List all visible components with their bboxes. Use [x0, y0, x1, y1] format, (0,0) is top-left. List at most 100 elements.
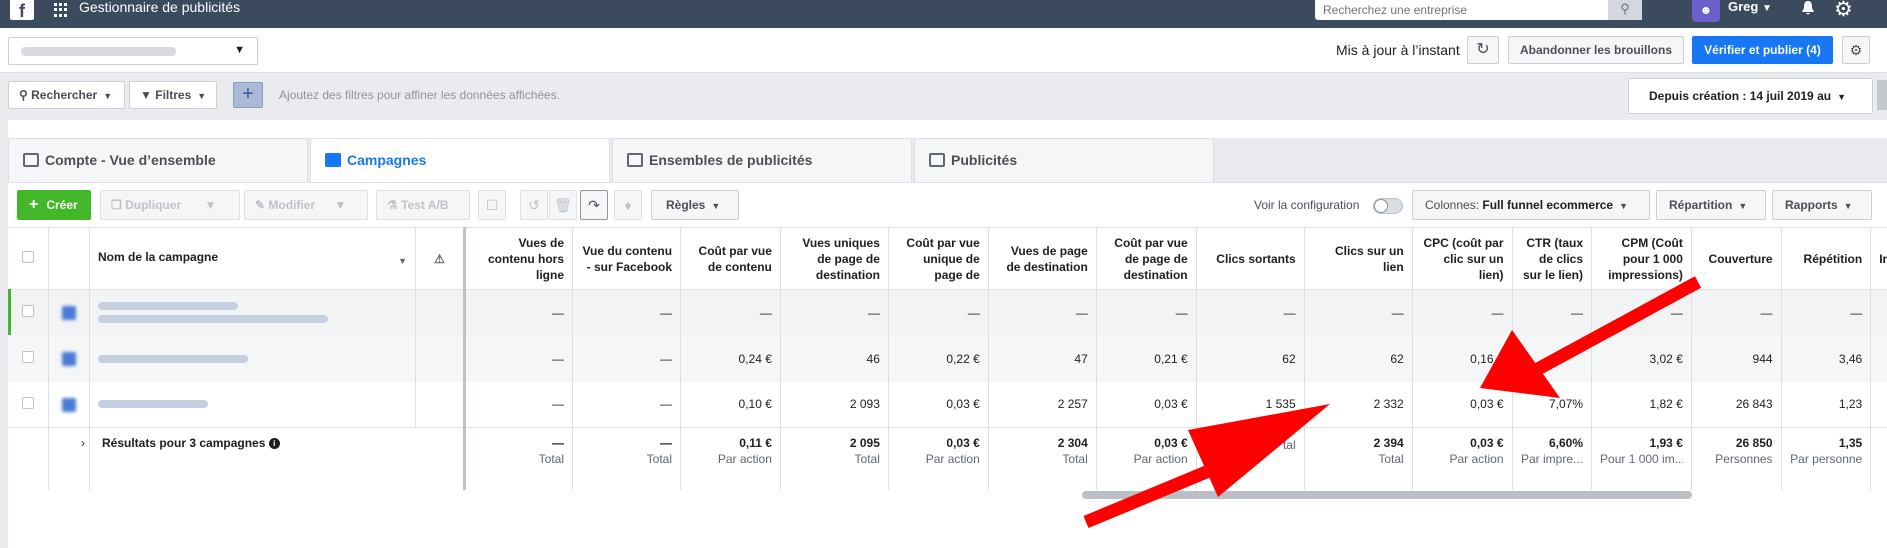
create-button[interactable]: + Créer: [17, 190, 91, 220]
review-publish-button[interactable]: Vérifier et publier (4): [1692, 36, 1833, 64]
header-col[interactable]: CPM (Coût pour 1 000 impressions): [1591, 227, 1692, 290]
table-cell: 0,03 €: [1096, 381, 1197, 428]
tab-ads[interactable]: Publicités: [914, 138, 1214, 182]
header-col[interactable]: Coût par vue de page de destination: [1096, 227, 1197, 290]
user-name[interactable]: Greg: [1728, 0, 1758, 14]
chevron-down-icon: ▼: [204, 198, 217, 212]
header-col[interactable]: CTR (taux de clics sur le lien): [1512, 227, 1593, 290]
table-cell: —: [1781, 289, 1872, 336]
ab-test-button[interactable]: ⚗ Test A/B: [376, 190, 470, 220]
tab-ad-sets[interactable]: Ensembles de publicités: [612, 138, 912, 182]
facebook-logo-icon[interactable]: f: [10, 0, 34, 21]
table-row[interactable]: — — — — — — — — — — — — — —: [8, 289, 1887, 336]
bell-icon[interactable]: [1800, 0, 1816, 16]
header-col[interactable]: Vues de contenu hors ligne: [464, 227, 574, 290]
total-value: 0,03 €: [1470, 436, 1504, 450]
horizontal-scrollbar-thumb[interactable]: [1082, 491, 1692, 499]
total-label: Total: [854, 452, 880, 466]
row-checkbox[interactable]: [8, 381, 50, 428]
campaign-name-redacted[interactable]: [89, 381, 417, 428]
modify-button[interactable]: ✎ Modifier ▼: [244, 190, 368, 220]
table-cell: —: [1591, 289, 1692, 336]
total-label: Personnes: [1715, 452, 1773, 466]
main-panel: Compte - Vue d’ensemble Campagnes Ensemb…: [8, 120, 1887, 548]
tag-icon[interactable]: ♦: [614, 190, 642, 220]
total-label: Total: [538, 452, 565, 466]
apps-grid-icon[interactable]: [54, 3, 68, 17]
warning-icon: ⚠: [434, 251, 445, 266]
refresh-button[interactable]: ↻: [1467, 36, 1499, 64]
sort-caret-icon[interactable]: ▼: [398, 253, 407, 269]
active-row-marker: [8, 289, 11, 335]
discard-drafts-button[interactable]: Abandonner les brouillons: [1508, 36, 1684, 64]
preview-icon[interactable]: ↷: [580, 190, 608, 220]
row-checkbox[interactable]: [8, 335, 50, 382]
table-cell: —: [464, 381, 574, 428]
trash-icon[interactable]: 🗑: [549, 190, 577, 220]
settings-gear-icon[interactable]: ⚙: [1842, 36, 1870, 64]
totals-expand[interactable]: ›: [48, 427, 90, 490]
header-col[interactable]: Im: [1870, 227, 1887, 290]
header-col[interactable]: Coût par vue unique de page de: [888, 227, 989, 290]
add-filter-button[interactable]: +: [233, 82, 263, 108]
account-selector[interactable]: ▼: [8, 37, 258, 65]
total-value: —: [552, 436, 565, 450]
header-col[interactable]: Clics sur un lien: [1304, 227, 1413, 290]
breakdown-dropdown-label: Répartition: [1669, 198, 1733, 212]
tab-account-overview[interactable]: Compte - Vue d’ensemble: [8, 138, 308, 182]
search-dropdown[interactable]: ⚲ Rechercher ▼: [8, 81, 125, 109]
scrollbar-thumb[interactable]: [1877, 80, 1887, 110]
rules-dropdown[interactable]: Règles ▼: [651, 190, 739, 220]
total-value: 26 850: [1735, 436, 1773, 450]
business-search-input[interactable]: [1315, 0, 1605, 20]
total-cell: tal: [1196, 427, 1305, 490]
app-title[interactable]: Gestionnaire de publicités: [79, 0, 240, 15]
table-cell: [1870, 335, 1887, 382]
total-value: 2 095: [849, 436, 880, 450]
header-col[interactable]: Coût par vue de contenu: [680, 227, 781, 290]
search-icon[interactable]: ⚲: [1608, 0, 1642, 20]
tab-label: Publicités: [951, 152, 1018, 168]
row-checkbox[interactable]: [8, 289, 50, 336]
clipboard-icon[interactable]: ☐: [478, 190, 506, 220]
select-all-checkbox[interactable]: [8, 227, 50, 290]
filter-hint[interactable]: Ajoutez des filtres pour affiner les don…: [279, 88, 560, 102]
level-tabs: Compte - Vue d’ensemble Campagnes Ensemb…: [8, 138, 1887, 183]
header-campaign-name[interactable]: Nom de la campagne ▼: [89, 227, 417, 290]
header-col[interactable]: CPC (coût par clic sur un lien): [1412, 227, 1513, 290]
totals-label: Résultats pour 3 campagnes: [102, 436, 266, 450]
avatar[interactable]: ☻: [1692, 0, 1720, 22]
revert-icon[interactable]: ↺: [520, 190, 548, 220]
reports-dropdown[interactable]: Rapports ▼: [1772, 190, 1872, 220]
header-col[interactable]: Couverture: [1691, 227, 1782, 290]
row-toggle[interactable]: [48, 381, 90, 428]
header-col[interactable]: Vues de page de destination: [988, 227, 1097, 290]
breakdown-dropdown[interactable]: Répartition ▼: [1656, 190, 1766, 220]
table-row[interactable]: — — 0,24 € 46 0,22 € 47 0,21 € 62 62 0,1…: [8, 335, 1887, 382]
table-cell: 2 332: [1304, 381, 1413, 428]
row-toggle[interactable]: [48, 289, 90, 336]
campaign-name-redacted[interactable]: [89, 335, 417, 382]
chevron-down-icon: ▼: [197, 91, 207, 101]
tab-label: Compte - Vue d’ensemble: [45, 152, 216, 168]
duplicate-button[interactable]: ❐ Dupliquer ▼: [100, 190, 240, 220]
table-row[interactable]: — — 0,10 € 2 093 0,03 € 2 257 0,03 € 1 5…: [8, 381, 1887, 428]
gear-icon[interactable]: ⚙: [1834, 0, 1853, 22]
header-col[interactable]: Vue du contenu - sur Facebook: [572, 227, 682, 290]
campaign-name-redacted[interactable]: [89, 289, 417, 336]
reports-dropdown-label: Rapports: [1785, 198, 1838, 212]
total-label: Total: [646, 452, 673, 466]
chevron-down-icon[interactable]: ▼: [1762, 3, 1772, 14]
view-config-toggle[interactable]: [1373, 198, 1403, 214]
header-col[interactable]: Répétition: [1781, 227, 1872, 290]
tab-campaigns[interactable]: Campagnes: [310, 138, 610, 183]
columns-dropdown[interactable]: Colonnes: Full funnel ecommerce ▼: [1412, 190, 1650, 220]
chevron-right-icon[interactable]: ›: [81, 436, 85, 450]
date-range-dropdown[interactable]: Depuis création : 14 juil 2019 au ▼: [1628, 78, 1873, 114]
table-cell: 3,46: [1781, 335, 1872, 382]
info-icon[interactable]: i: [268, 438, 280, 449]
row-toggle[interactable]: [48, 335, 90, 382]
header-col[interactable]: Vues uniques de page de destination: [780, 227, 889, 290]
filters-dropdown[interactable]: ▼ Filtres ▼: [129, 81, 217, 109]
header-col[interactable]: Clics sortants: [1196, 227, 1305, 290]
